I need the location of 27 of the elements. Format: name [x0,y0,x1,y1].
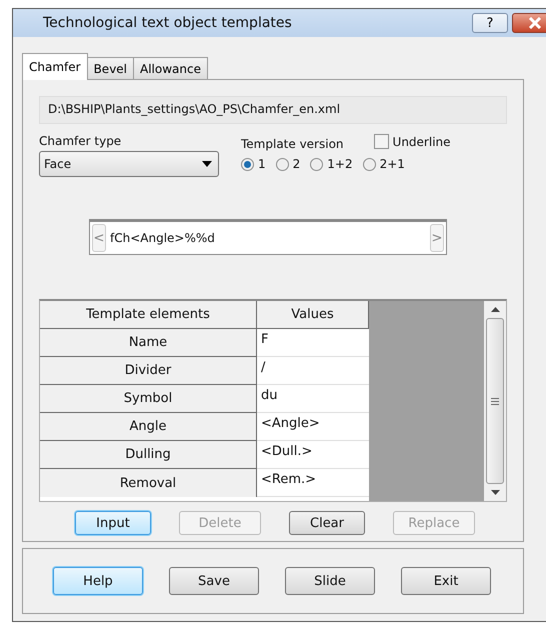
tab[interactable]: Chamfer [22,53,88,80]
tab[interactable]: Allowance [133,57,208,79]
row-header-cell: Divider [40,357,257,385]
column-header[interactable]: Template elements [40,301,257,329]
chamfer-type-label: Chamfer type [39,134,122,148]
chamfer-type-dropdown[interactable]: Face [39,151,219,177]
row-header-cell: Angle [40,413,257,441]
version-radio[interactable]: 1+2 [310,157,353,171]
dialog-button[interactable]: Save [169,567,259,595]
row-header-cell: Removal [40,469,257,497]
file-path-field[interactable]: D:\BSHIP\Plants_settings\AO_PS\Chamfer_en.xml [39,96,507,124]
help-button[interactable]: ? [472,13,508,33]
version-radio[interactable]: 2+1 [362,157,405,171]
underline-checkbox[interactable]: Underline [374,132,451,151]
row-header-cell: Dulling [40,441,257,469]
table-action-button[interactable]: Clear [289,511,365,535]
row-header-cell: Name [40,329,257,357]
dialog-button[interactable]: Help [53,567,143,595]
column-header[interactable]: Values [257,301,369,329]
dialog-button[interactable]: Exit [401,567,491,595]
version-radio[interactable]: 1 [241,157,266,171]
table-action-button[interactable]: Input [75,511,151,535]
dialog-button[interactable]: Slide [285,567,375,595]
tab[interactable]: Bevel [86,57,134,79]
row-header-cell: Symbol [40,385,257,413]
template-version-label: Template version [241,137,344,151]
window-title: Technological text object templates [43,15,293,31]
